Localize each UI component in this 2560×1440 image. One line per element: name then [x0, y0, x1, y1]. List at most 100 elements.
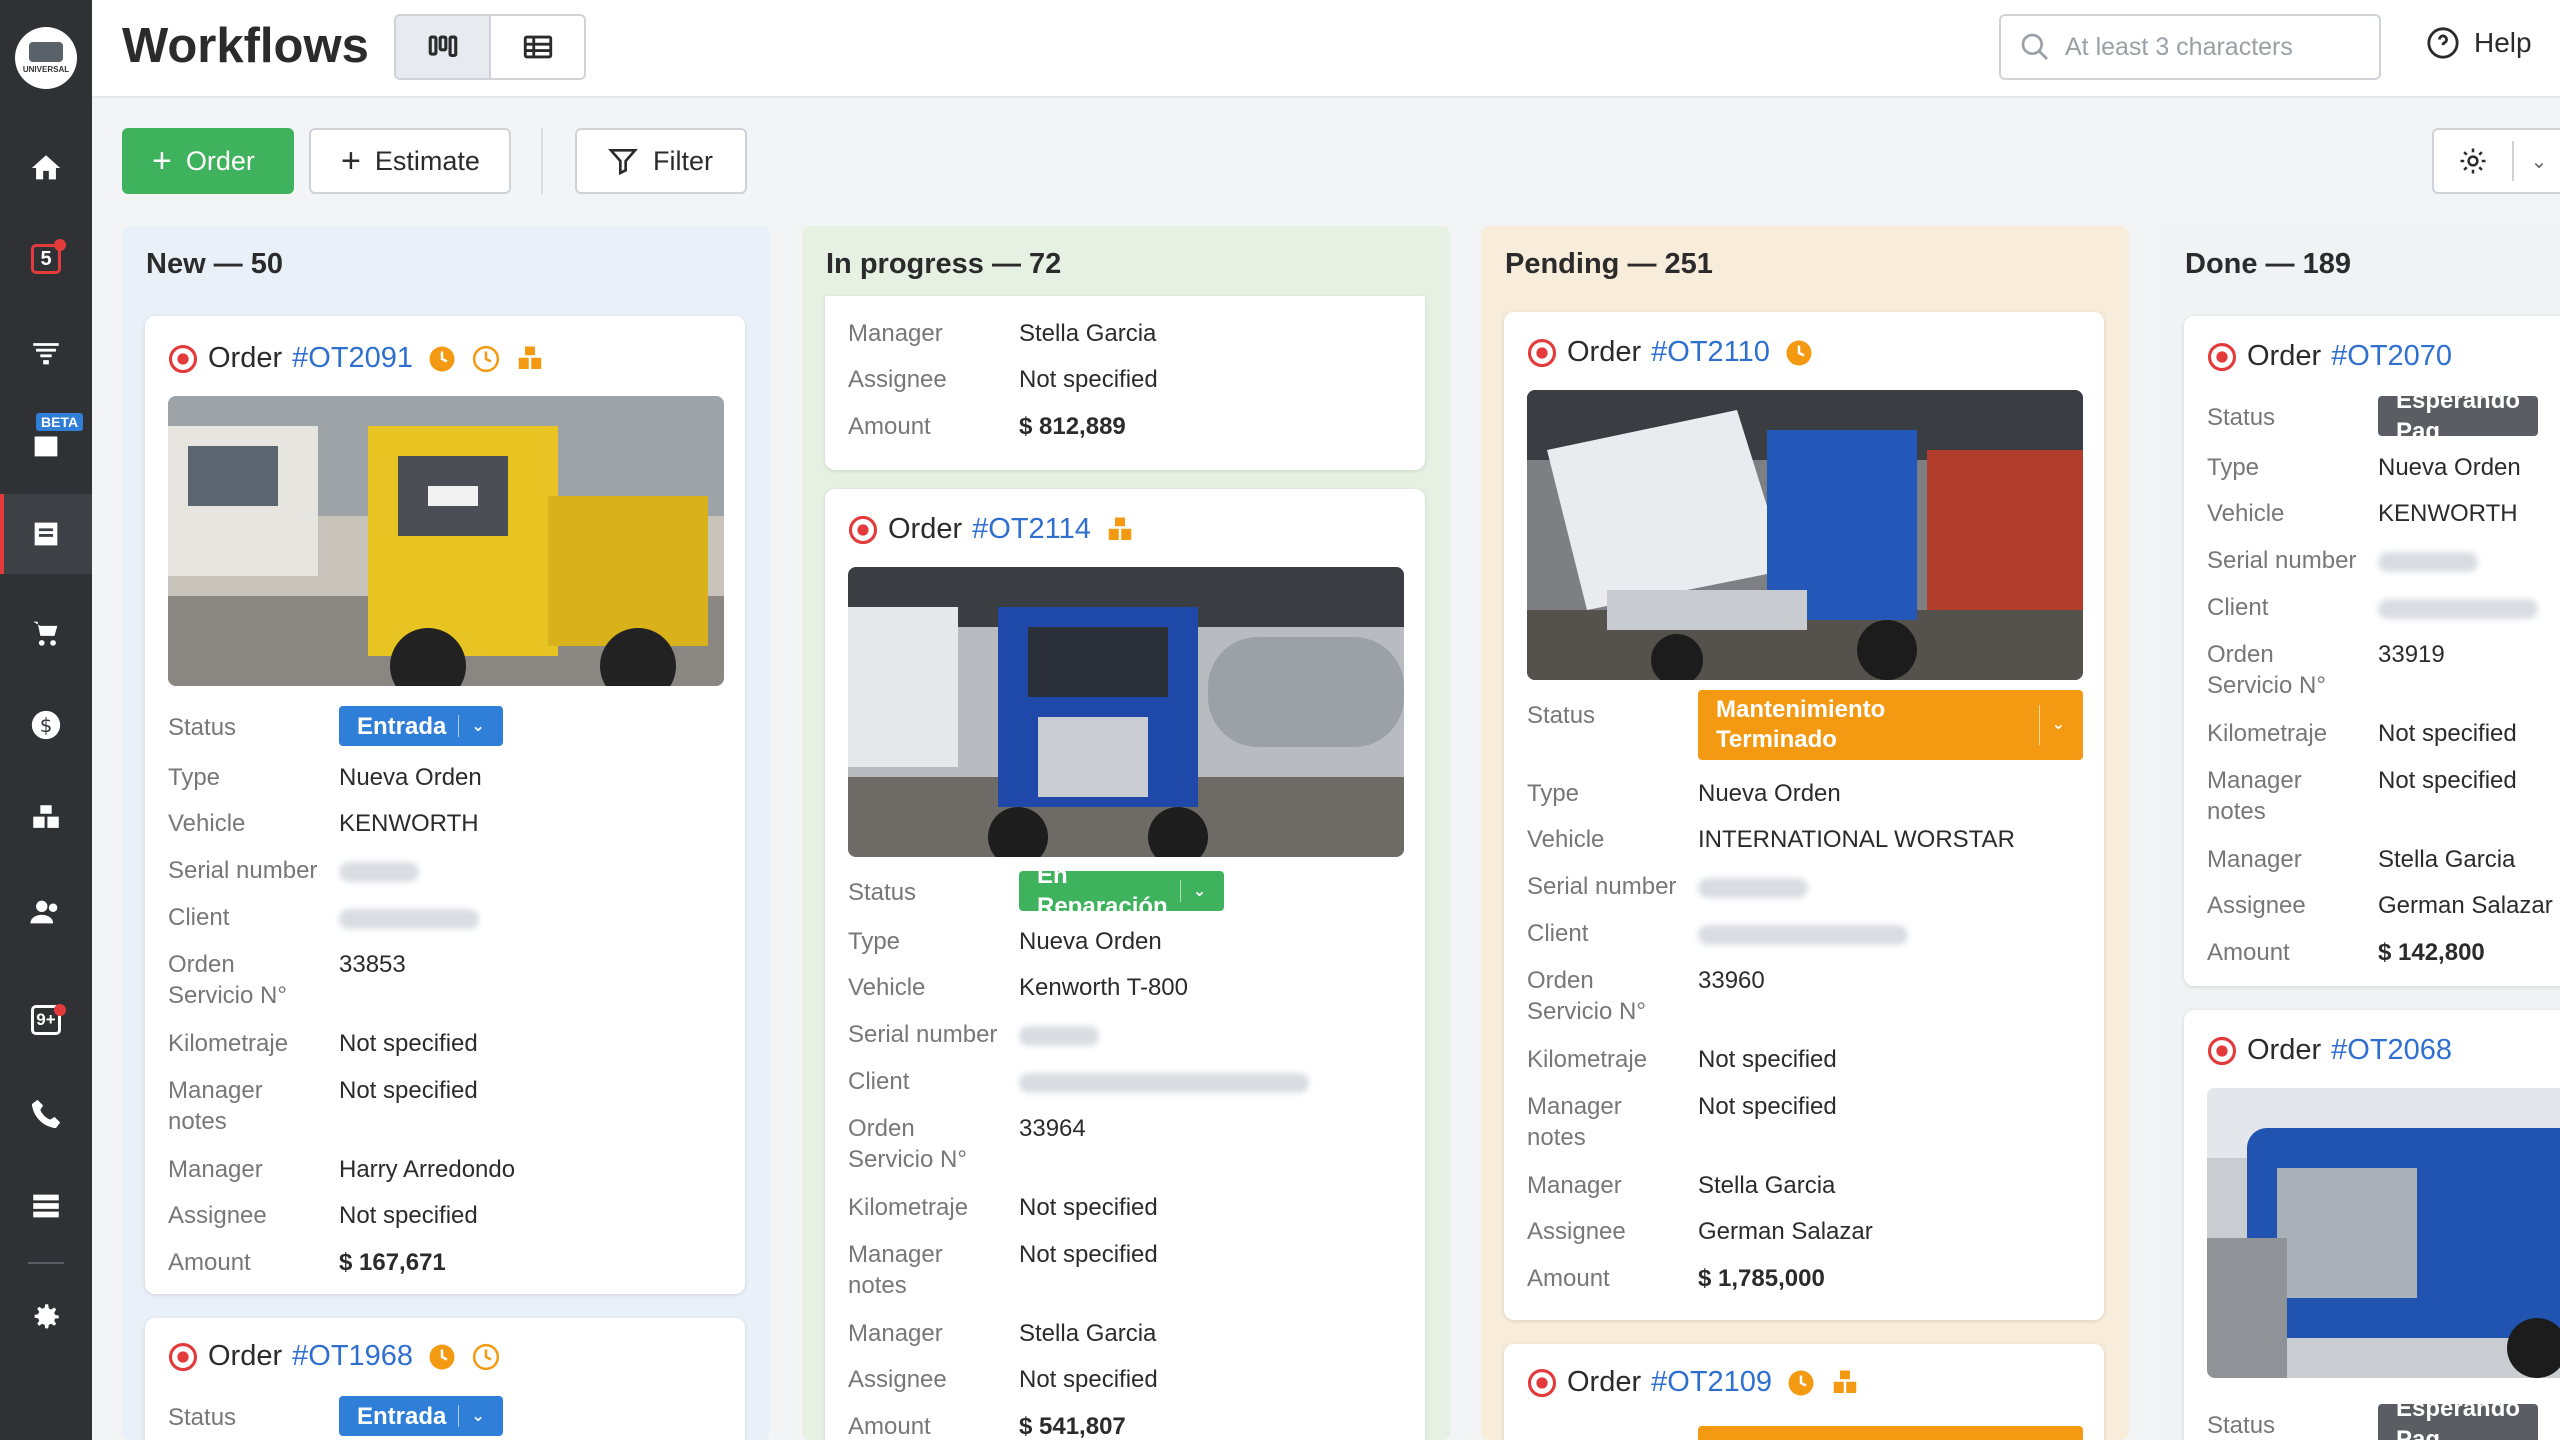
column-title: In progress — 72 [826, 248, 1062, 280]
sidebar-item-workflows[interactable] [0, 494, 92, 574]
sidebar-item-planner-beta[interactable]: BETA [0, 405, 92, 485]
sidebar-item-payments[interactable]: $ [0, 685, 92, 765]
order-number-link[interactable]: #OT2068 [2331, 1034, 2452, 1067]
order-number-link[interactable]: #OT2091 [292, 342, 413, 375]
workflow-board-icon [34, 522, 58, 546]
order-card[interactable]: Order #OT2070 Status Esperando Pag Type … [2184, 316, 2560, 986]
chevron-down-icon[interactable]: ⌄ [2514, 149, 2560, 174]
order-number-link[interactable]: #OT1968 [292, 1340, 413, 1373]
vehicle-photo [1527, 390, 2083, 680]
sidebar-item-clients[interactable] [0, 872, 92, 952]
field-value: Kenworth T-800 [1019, 974, 1188, 1001]
chevron-down-icon: ⌄ [1192, 882, 1207, 900]
notification-dot [54, 239, 66, 251]
field-value: Not specified [1019, 1241, 1158, 1268]
field-label: Status [1527, 702, 1596, 729]
filter-button[interactable]: Filter [575, 128, 747, 194]
kanban-view-button[interactable] [396, 16, 491, 78]
chevron-down-icon: ⌄ [471, 1407, 485, 1425]
sidebar-item-home[interactable] [0, 128, 92, 208]
order-card[interactable]: Order #OT2114 Status En Reparación ⌄ Typ… [825, 489, 1425, 1440]
sidebar-item-settings[interactable] [0, 1277, 92, 1357]
notification-dot [54, 1004, 66, 1016]
add-estimate-button[interactable]: + Estimate [309, 128, 511, 194]
status-dropdown[interactable] [1698, 1426, 2083, 1440]
field-value: Stella Garcia [1698, 1172, 1836, 1199]
field-value: KENWORTH [2378, 500, 2518, 527]
chevron-down-icon: ⌄ [2051, 716, 2065, 733]
table-view-button[interactable] [491, 16, 584, 78]
boxes-icon [1108, 517, 1132, 540]
status-dropdown[interactable]: Entrada ⌄ [339, 1396, 503, 1436]
field-label: Client [848, 1068, 910, 1095]
field-label: Manager [2207, 846, 2302, 873]
target-icon [168, 1342, 198, 1371]
order-number-link[interactable]: #OT2070 [2331, 340, 2452, 373]
sidebar-item-funnel[interactable] [0, 313, 92, 393]
search-input[interactable] [2065, 32, 2365, 62]
clock-outline-icon [472, 345, 500, 372]
status-dropdown[interactable]: Entrada ⌄ [339, 706, 503, 746]
sidebar-item-inventory[interactable] [0, 778, 92, 858]
status-value: Esperando Pag [2396, 1395, 2521, 1440]
boxes-icon [518, 346, 542, 369]
redacted-value [2378, 592, 2560, 623]
add-order-button[interactable]: + Order [122, 128, 294, 194]
field-label: Manager [1527, 1172, 1622, 1199]
filter-icon [608, 149, 638, 176]
users-icon [30, 900, 58, 924]
status-value: Mantenimiento Terminado [1716, 696, 1886, 753]
field-label: Vehicle [2207, 500, 2285, 527]
field-value: 33960 [1698, 967, 1765, 994]
field-value: Not specified [1019, 1366, 1158, 1393]
order-label: Order [1567, 336, 1642, 368]
add-order-label: Order [185, 145, 255, 176]
app-logo[interactable]: UNIVERSAL [15, 27, 77, 89]
field-label: Status [168, 1404, 237, 1431]
sidebar-item-calendar-alerts[interactable]: 5 [0, 219, 92, 299]
help-label: Help [2474, 27, 2532, 58]
status-value: En Reparación [1037, 862, 1168, 920]
add-estimate-label: Estimate [374, 145, 480, 176]
field-value: Not specified [2378, 720, 2517, 747]
clock-filled-icon [429, 346, 455, 371]
status-value: Entrada [357, 1402, 447, 1430]
field-value: Not specified [339, 1202, 478, 1229]
order-label: Order [208, 1340, 283, 1372]
field-label: Client [1527, 920, 1589, 947]
sidebar-rail: UNIVERSAL 5 BETA $ 9+ [0, 0, 92, 1440]
field-value: Not specified [1698, 1093, 1837, 1120]
sidebar-item-messages[interactable]: 9+ [0, 980, 92, 1060]
clock-filled-icon [429, 1344, 455, 1369]
sidebar-item-cart[interactable] [0, 593, 92, 673]
card-title: Order #OT2068 [2207, 1034, 2452, 1067]
order-card[interactable]: Order #OT1968 Status Entrada ⌄ [145, 1318, 745, 1440]
order-number-link[interactable]: #OT2114 [972, 513, 1091, 546]
field-label: Serial number [168, 857, 318, 884]
order-card[interactable]: Order #OT2091 Status Entrada ⌄ Type Nuev… [145, 316, 745, 1294]
field-label: Type [168, 764, 221, 791]
sidebar-item-apps[interactable] [0, 1166, 92, 1246]
field-value: $ 1,785,000 [1698, 1265, 1825, 1292]
order-card[interactable]: Order #OT2110 Status Mantenimiento Termin… [1504, 312, 2104, 1320]
field-value: Stella Garcia [1019, 320, 1157, 347]
field-label: Orden Servicio N° [848, 1115, 967, 1173]
order-card[interactable]: Order #OT2109 [1504, 1344, 2104, 1440]
status-dropdown[interactable]: Esperando Pag [2378, 387, 2539, 445]
sidebar-item-phone[interactable] [0, 1074, 92, 1154]
order-number-link[interactable]: #OT2110 [1651, 336, 1770, 369]
target-icon [2207, 1036, 2237, 1065]
help-button[interactable]: Help [2426, 26, 2532, 60]
board-settings-button[interactable]: ⌄ [2432, 128, 2560, 194]
field-label: Vehicle [168, 810, 246, 837]
order-card[interactable]: Manager Stella Garcia Assignee Not speci… [825, 296, 1425, 470]
card-title: Order #OT2109 [1527, 1366, 1860, 1399]
field-label: Amount [168, 1249, 251, 1276]
status-dropdown[interactable]: Mantenimiento Terminado ⌄ [1698, 690, 2083, 760]
status-dropdown[interactable]: En Reparación ⌄ [1019, 862, 1225, 920]
card-title: Order #OT2091 [168, 342, 545, 375]
status-dropdown[interactable]: Esperando Pag [2378, 1395, 2539, 1440]
column-done: Done — 189 Order #OT2070 Status Esperand… [2161, 226, 2560, 1440]
order-number-link[interactable]: #OT2109 [1651, 1366, 1772, 1399]
order-card[interactable]: Order #OT2068 Status Esperando Pag [2184, 1010, 2560, 1440]
